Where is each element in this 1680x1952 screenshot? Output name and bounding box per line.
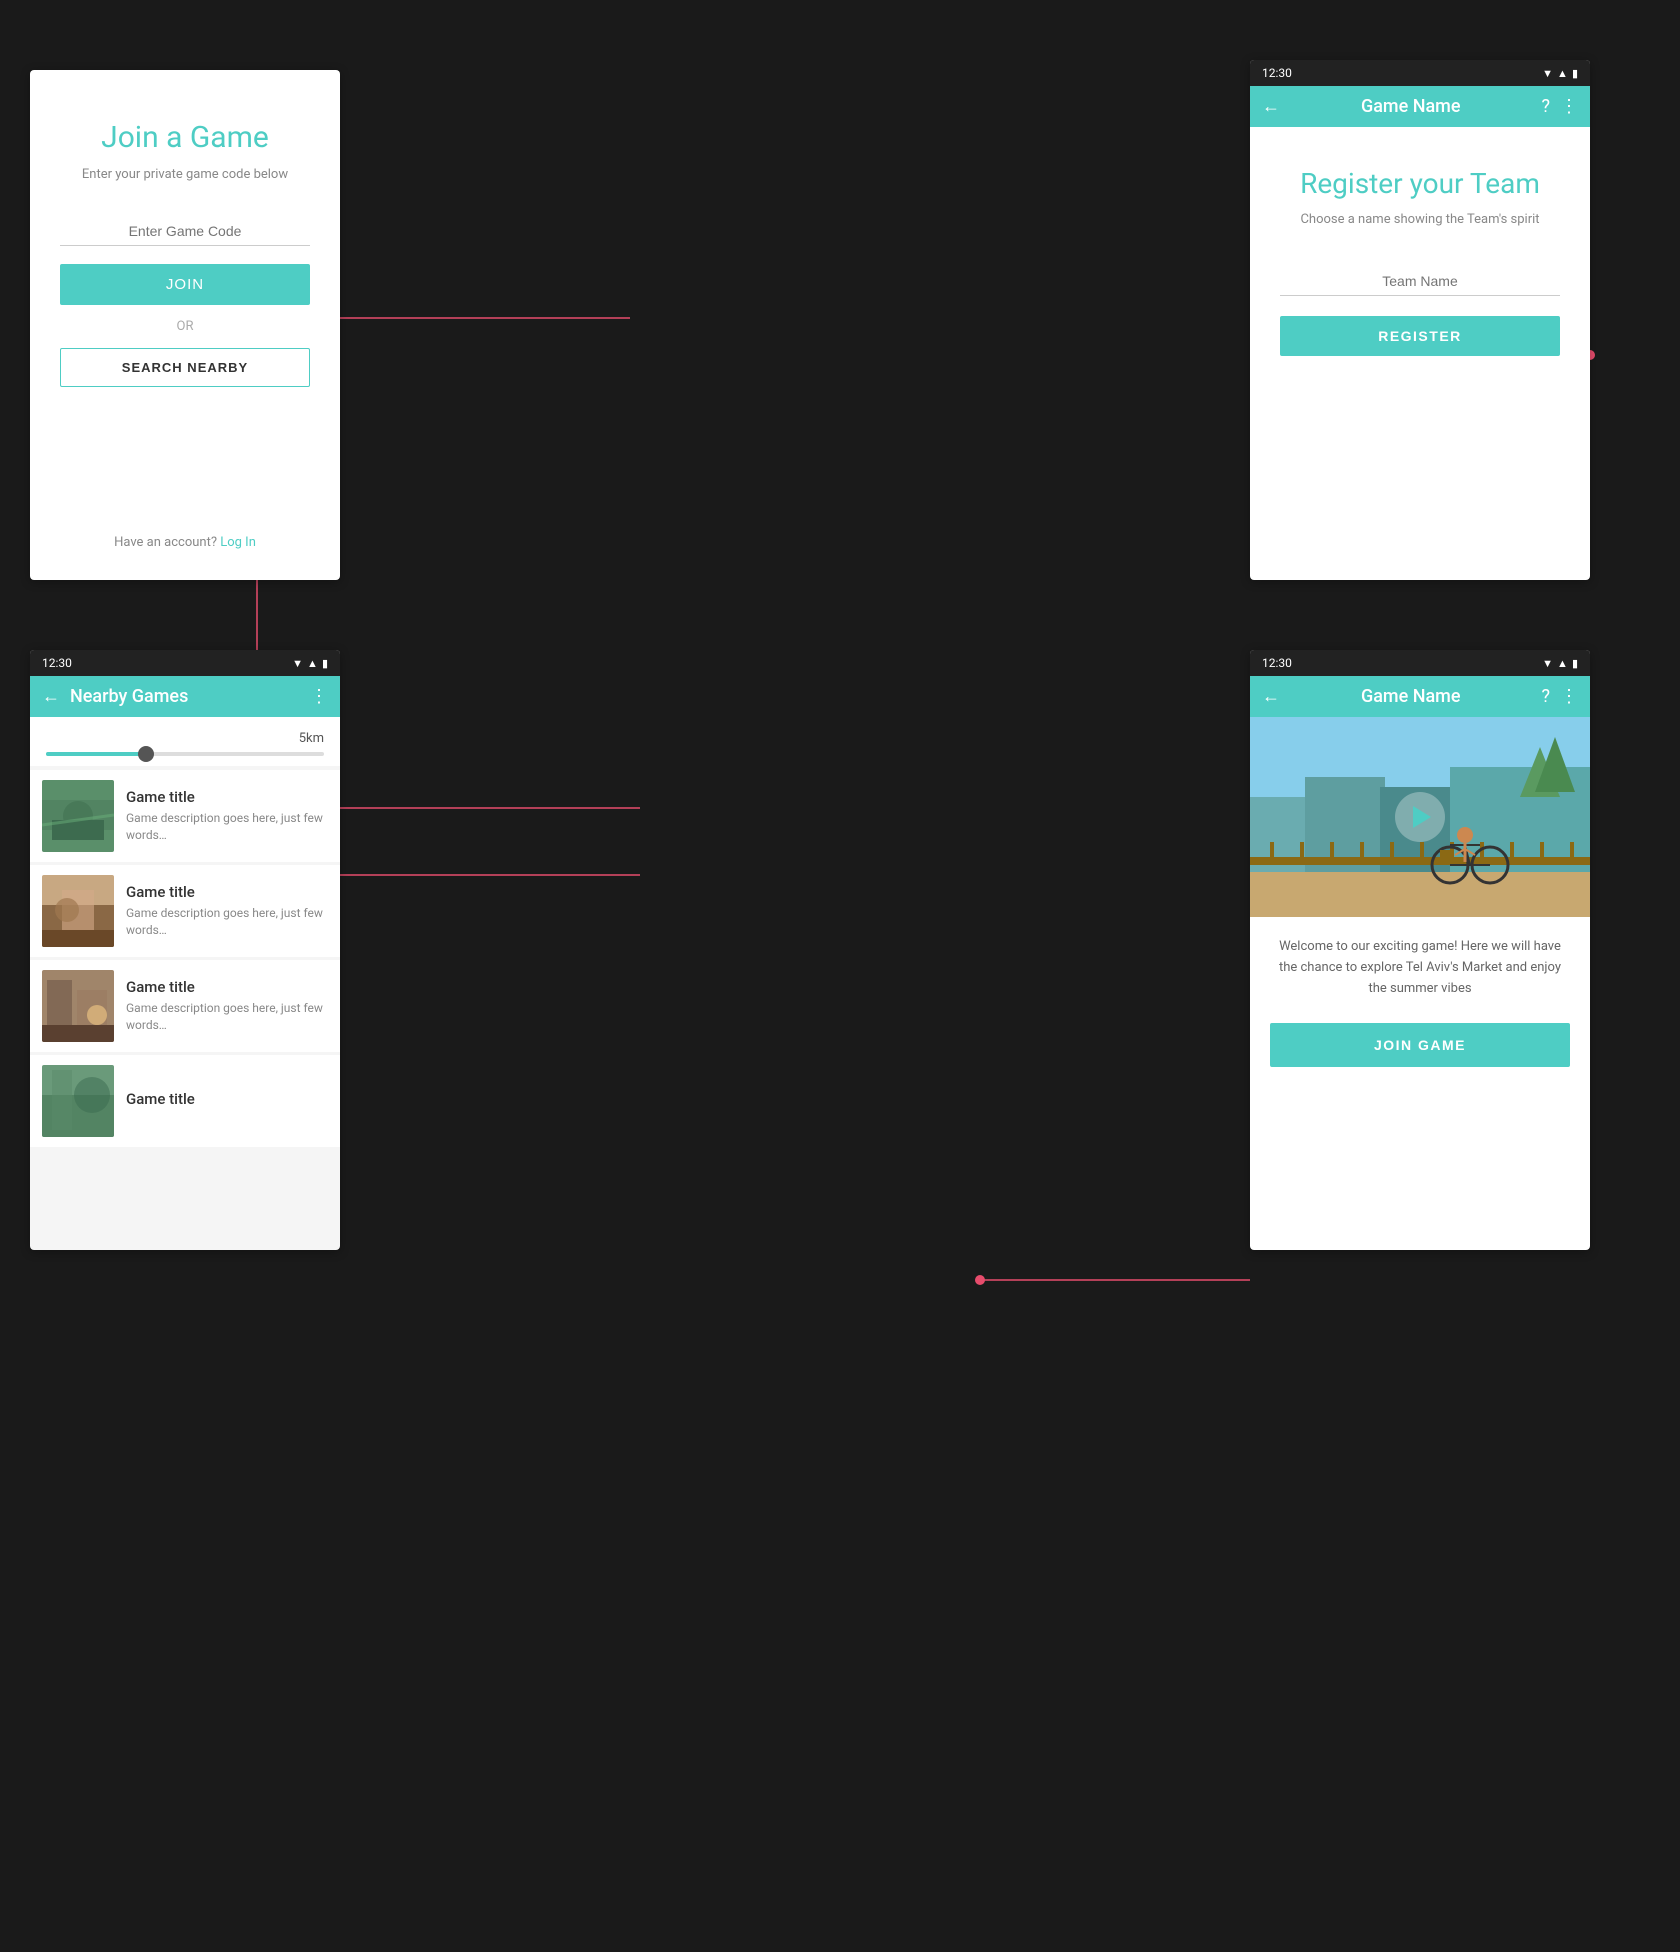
toolbar-title: Game Name (1290, 686, 1531, 707)
game-code-input[interactable] (60, 217, 310, 246)
screen-join-game: Join a Game Enter your private game code… (30, 70, 340, 580)
back-icon[interactable]: ← (1262, 686, 1280, 707)
game-item-title: Game title (126, 978, 328, 996)
game-item-desc: Game description goes here, just few wor… (126, 1000, 328, 1034)
game-info: Game title Game description goes here, j… (126, 788, 328, 844)
more-icon[interactable]: ⋮ (1560, 686, 1578, 707)
screen-nearby-games: 12:30 ▼ ▲ ▮ ← Nearby Games ⋮ 5km (30, 650, 340, 1250)
slider-thumb[interactable] (138, 746, 154, 762)
more-icon[interactable]: ⋮ (310, 686, 328, 707)
game-list-item[interactable]: Game title Game description goes here, j… (30, 960, 340, 1052)
game-thumbnail (42, 875, 114, 947)
login-footer: Have an account? Log In (114, 535, 256, 550)
team-name-input[interactable] (1280, 267, 1560, 296)
nearby-body: 5km Game title (30, 717, 340, 1250)
screen-register-team: 12:30 ▼ ▲ ▮ ← Game Name ? ⋮ Register you… (1250, 60, 1590, 580)
register-title: Register your Team (1300, 167, 1540, 200)
screen-game-detail: 12:30 ▼ ▲ ▮ ← Game Name ? ⋮ (1250, 650, 1590, 1250)
slider-track[interactable] (46, 752, 324, 756)
more-icon[interactable]: ⋮ (1560, 96, 1578, 117)
battery-icon: ▮ (322, 657, 328, 670)
register-toolbar: ← Game Name ? ⋮ (1250, 86, 1590, 127)
battery-icon: ▮ (1572, 657, 1578, 670)
register-body: Register your Team Choose a name showing… (1250, 127, 1590, 580)
wifi-icon: ▲ (1557, 67, 1568, 80)
signal-icon: ▼ (292, 657, 303, 670)
statusbar-icons: ▼ ▲ ▮ (1542, 657, 1578, 670)
game-item-desc: Game description goes here, just few wor… (126, 810, 328, 844)
register-subtitle: Choose a name showing the Team's spirit (1300, 212, 1539, 227)
footer-text: Have an account? (114, 535, 217, 550)
statusbar-time: 12:30 (1262, 66, 1292, 80)
signal-icon: ▼ (1542, 657, 1553, 670)
game-list-item[interactable]: Game title Game description goes here, j… (30, 865, 340, 957)
statusbar-time: 12:30 (1262, 656, 1292, 670)
slider-fill (46, 752, 143, 756)
statusbar-time: 12:30 (42, 656, 72, 670)
back-icon[interactable]: ← (42, 686, 60, 707)
join-subtitle: Enter your private game code below (82, 167, 288, 182)
game-list: Game title Game description goes here, j… (30, 770, 340, 1250)
game-list-item[interactable]: Game title (30, 1055, 340, 1147)
nearby-statusbar: 12:30 ▼ ▲ ▮ (30, 650, 340, 676)
join-button[interactable]: JOIN (60, 264, 310, 305)
statusbar-icons: ▼ ▲ ▮ (1542, 67, 1578, 80)
register-button[interactable]: REGISTER (1280, 316, 1560, 356)
distance-slider-container: 5km (30, 717, 340, 766)
toolbar-title: Nearby Games (70, 686, 300, 707)
game-item-title: Game title (126, 1090, 328, 1108)
help-icon[interactable]: ? (1541, 96, 1550, 117)
game-info: Game title Game description goes here, j… (126, 978, 328, 1034)
play-button[interactable] (1395, 792, 1445, 842)
game-item-title: Game title (126, 883, 328, 901)
game-info: Game title (126, 1090, 328, 1112)
battery-icon: ▮ (1572, 67, 1578, 80)
detail-toolbar: ← Game Name ? ⋮ (1250, 676, 1590, 717)
play-triangle-icon (1413, 806, 1431, 828)
game-thumbnail (42, 780, 114, 852)
or-divider: OR (177, 319, 194, 334)
signal-icon: ▼ (1542, 67, 1553, 80)
game-item-title: Game title (126, 788, 328, 806)
game-info: Game title Game description goes here, j… (126, 883, 328, 939)
back-icon[interactable]: ← (1262, 96, 1280, 117)
game-description: Welcome to our exciting game! Here we wi… (1270, 937, 1570, 999)
login-link[interactable]: Log In (220, 535, 256, 550)
statusbar-icons: ▼ ▲ ▮ (292, 657, 328, 670)
game-thumbnail (42, 970, 114, 1042)
register-statusbar: 12:30 ▼ ▲ ▮ (1250, 60, 1590, 86)
search-nearby-button[interactable]: SEARCH NEARBY (60, 348, 310, 387)
help-icon[interactable]: ? (1541, 686, 1550, 707)
wifi-icon: ▲ (1557, 657, 1568, 670)
game-detail-body: Welcome to our exciting game! Here we wi… (1250, 917, 1590, 1250)
wifi-icon: ▲ (307, 657, 318, 670)
detail-statusbar: 12:30 ▼ ▲ ▮ (1250, 650, 1590, 676)
game-hero-image (1250, 717, 1590, 917)
game-thumbnail (42, 1065, 114, 1137)
game-list-item[interactable]: Game title Game description goes here, j… (30, 770, 340, 862)
nearby-toolbar: ← Nearby Games ⋮ (30, 676, 340, 717)
toolbar-title: Game Name (1290, 96, 1531, 117)
slider-label: 5km (46, 731, 324, 746)
join-title: Join a Game (101, 120, 269, 155)
join-game-button[interactable]: JOIN GAME (1270, 1023, 1570, 1067)
game-item-desc: Game description goes here, just few wor… (126, 905, 328, 939)
